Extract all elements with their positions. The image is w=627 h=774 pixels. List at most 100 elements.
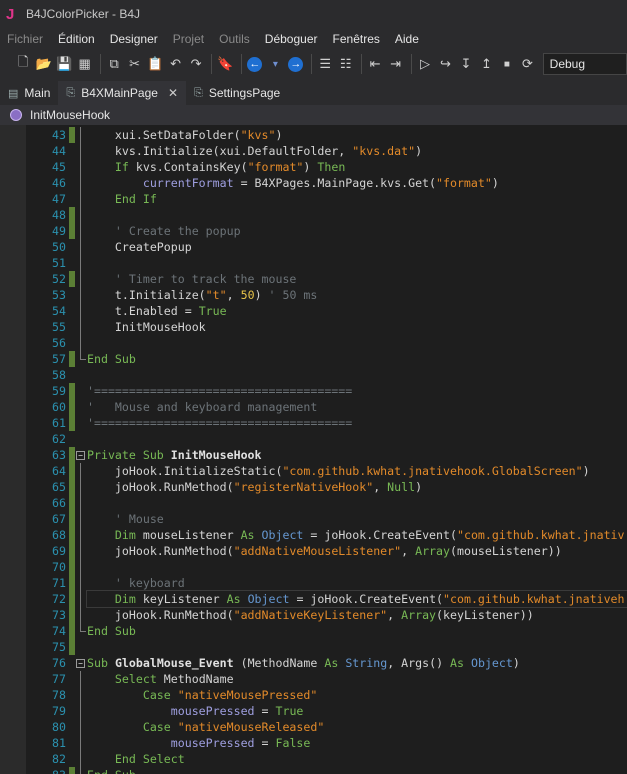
forward-icon: →: [288, 56, 304, 72]
code-line[interactable]: 63 − Private Sub InitMouseHook: [0, 447, 627, 463]
step-in-button[interactable]: ↧: [457, 54, 475, 74]
change-marker: [69, 527, 75, 543]
paste-button[interactable]: 📋: [146, 54, 164, 74]
menu-fichier[interactable]: Fichier: [7, 32, 43, 46]
collapse-toggle-icon[interactable]: −: [76, 451, 85, 460]
forward-button[interactable]: →: [287, 54, 305, 74]
redo-button[interactable]: ↷: [187, 54, 205, 74]
code-line[interactable]: 51: [0, 255, 627, 271]
dropdown-button[interactable]: ▾: [266, 54, 284, 74]
code-line[interactable]: 72 Dim keyListener As Object = joHook.Cr…: [0, 590, 627, 608]
code-line[interactable]: 78 Case "nativeMousePressed": [0, 687, 627, 703]
code-line[interactable]: 62: [0, 431, 627, 447]
code-token: kvs.ContainsKey(: [128, 160, 248, 174]
code-line[interactable]: 79 mousePressed = True: [0, 703, 627, 719]
copy-icon: ⧉: [109, 56, 119, 71]
save-all-button[interactable]: ▦: [75, 54, 93, 74]
code-line[interactable]: 66: [0, 495, 627, 511]
run-button[interactable]: ▷: [416, 54, 434, 74]
title-bar: J B4JColorPicker - B4J: [0, 0, 627, 28]
code-line[interactable]: 67 ' Mouse: [0, 511, 627, 527]
tab-main[interactable]: ▤ Main: [0, 81, 58, 105]
code-line[interactable]: 73 joHook.RunMethod("addNativeKeyListene…: [0, 607, 627, 623]
code-line[interactable]: 52 ' Timer to track the mouse: [0, 271, 627, 287]
menu-designer[interactable]: Designer: [110, 32, 158, 46]
uncomment-button[interactable]: ☷: [336, 54, 354, 74]
code-line[interactable]: 55 InitMouseHook: [0, 319, 627, 335]
sub-navigator[interactable]: InitMouseHook: [0, 105, 627, 125]
code-line[interactable]: 68 Dim mouseListener As Object = joHook.…: [0, 527, 627, 543]
code-token-cmt: ' Timer to track the mouse: [87, 272, 297, 286]
cut-button[interactable]: ✂: [125, 54, 143, 74]
line-number: 47: [52, 192, 66, 206]
back-button[interactable]: ←: [246, 54, 264, 74]
code-line[interactable]: 74 End Sub: [0, 623, 627, 639]
tab-settingspage[interactable]: ⎘ SettingsPage: [186, 81, 288, 105]
code-line[interactable]: 58: [0, 367, 627, 383]
bookmark-button[interactable]: 🔖: [216, 54, 234, 74]
step-over-button[interactable]: ↪: [436, 54, 454, 74]
code-line[interactable]: 54 t.Enabled = True: [0, 303, 627, 319]
line-number: 49: [52, 224, 66, 238]
comment-button[interactable]: ☰: [316, 54, 334, 74]
stop-button[interactable]: ■: [498, 54, 516, 74]
undo-button[interactable]: ↶: [166, 54, 184, 74]
menu-projet[interactable]: Projet: [173, 32, 204, 46]
restart-button[interactable]: ⟳: [518, 54, 536, 74]
outdent-button[interactable]: ⇤: [366, 54, 384, 74]
menu-outils[interactable]: Outils: [219, 32, 250, 46]
code-line[interactable]: 71 ' keyboard: [0, 575, 627, 591]
code-line[interactable]: 70: [0, 559, 627, 575]
menu-édition[interactable]: Édition: [58, 32, 95, 46]
code-line[interactable]: 47 End If: [0, 191, 627, 207]
tab-b4xmainpage[interactable]: ⎘ B4XMainPage ✕: [58, 81, 187, 105]
code-line[interactable]: 48: [0, 207, 627, 223]
open-folder-button[interactable]: 📂: [34, 54, 52, 74]
code-line[interactable]: 49 ' Create the popup: [0, 223, 627, 239]
menu-déboguer[interactable]: Déboguer: [265, 32, 318, 46]
code-line[interactable]: 61 '=====================================: [0, 415, 627, 431]
code-token: kvs.Initialize(xui.DefaultFolder,: [87, 144, 353, 158]
code-line[interactable]: 82 End Select: [0, 751, 627, 767]
code-token-kw: Dim: [114, 528, 136, 542]
code-text: Dim keyListener As Object = joHook.Creat…: [86, 590, 627, 608]
step-out-button[interactable]: ↥: [477, 54, 495, 74]
code-line[interactable]: 76 − Sub GlobalMouse_Event (MethodName As …: [0, 655, 627, 671]
code-line[interactable]: 43 xui.SetDataFolder("kvs"): [0, 127, 627, 143]
code-token-kw: Select: [114, 672, 157, 686]
code-editor[interactable]: 43 xui.SetDataFolder("kvs") 44 kvs.Initia…: [0, 125, 627, 774]
code-line[interactable]: 46 currentFormat = B4XPages.MainPage.kvs…: [0, 175, 627, 191]
new-file-button[interactable]: 🗋: [14, 54, 32, 74]
close-tab-icon[interactable]: ✕: [168, 86, 178, 100]
code-text: Sub GlobalMouse_Event (MethodName As Str…: [87, 655, 520, 671]
code-line[interactable]: 44 kvs.Initialize(xui.DefaultFolder, "kv…: [0, 143, 627, 159]
copy-button[interactable]: ⧉: [105, 54, 123, 74]
save-button[interactable]: 💾: [55, 54, 73, 74]
code-line[interactable]: 45 If kvs.ContainsKey("format") Then: [0, 159, 627, 175]
fold-guide-line: [80, 159, 81, 175]
code-line[interactable]: 50 CreatePopup: [0, 239, 627, 255]
code-line[interactable]: 60 ' Mouse and keyboard management: [0, 399, 627, 415]
code-line[interactable]: 56: [0, 335, 627, 351]
collapse-toggle-icon[interactable]: −: [76, 659, 85, 668]
menu-aide[interactable]: Aide: [395, 32, 419, 46]
toolbar-separator: [99, 54, 101, 74]
code-line[interactable]: 81 mousePressed = False: [0, 735, 627, 751]
code-line[interactable]: 59 '=====================================: [0, 383, 627, 399]
code-token-kw: As: [240, 528, 255, 542]
code-line[interactable]: 69 joHook.RunMethod("addNativeMouseListe…: [0, 543, 627, 559]
code-line[interactable]: 65 joHook.RunMethod("registerNativeHook"…: [0, 479, 627, 495]
code-line[interactable]: 83 End Sub: [0, 767, 627, 774]
code-line[interactable]: 80 Case "nativeMouseReleased": [0, 719, 627, 735]
code-line[interactable]: 77 Select MethodName: [0, 671, 627, 687]
code-line[interactable]: 57 End Sub: [0, 351, 627, 367]
indent-button[interactable]: ⇥: [386, 54, 404, 74]
menu-fenêtres[interactable]: Fenêtres: [333, 32, 380, 46]
code-line[interactable]: 53 t.Initialize("t", 50) ' 50 ms: [0, 287, 627, 303]
code-line[interactable]: 75: [0, 639, 627, 655]
build-config-select[interactable]: Debug: [542, 53, 627, 75]
fold-guide-line: [80, 495, 81, 511]
code-line[interactable]: 64 joHook.InitializeStatic("com.github.k…: [0, 463, 627, 479]
change-marker: [69, 127, 75, 143]
